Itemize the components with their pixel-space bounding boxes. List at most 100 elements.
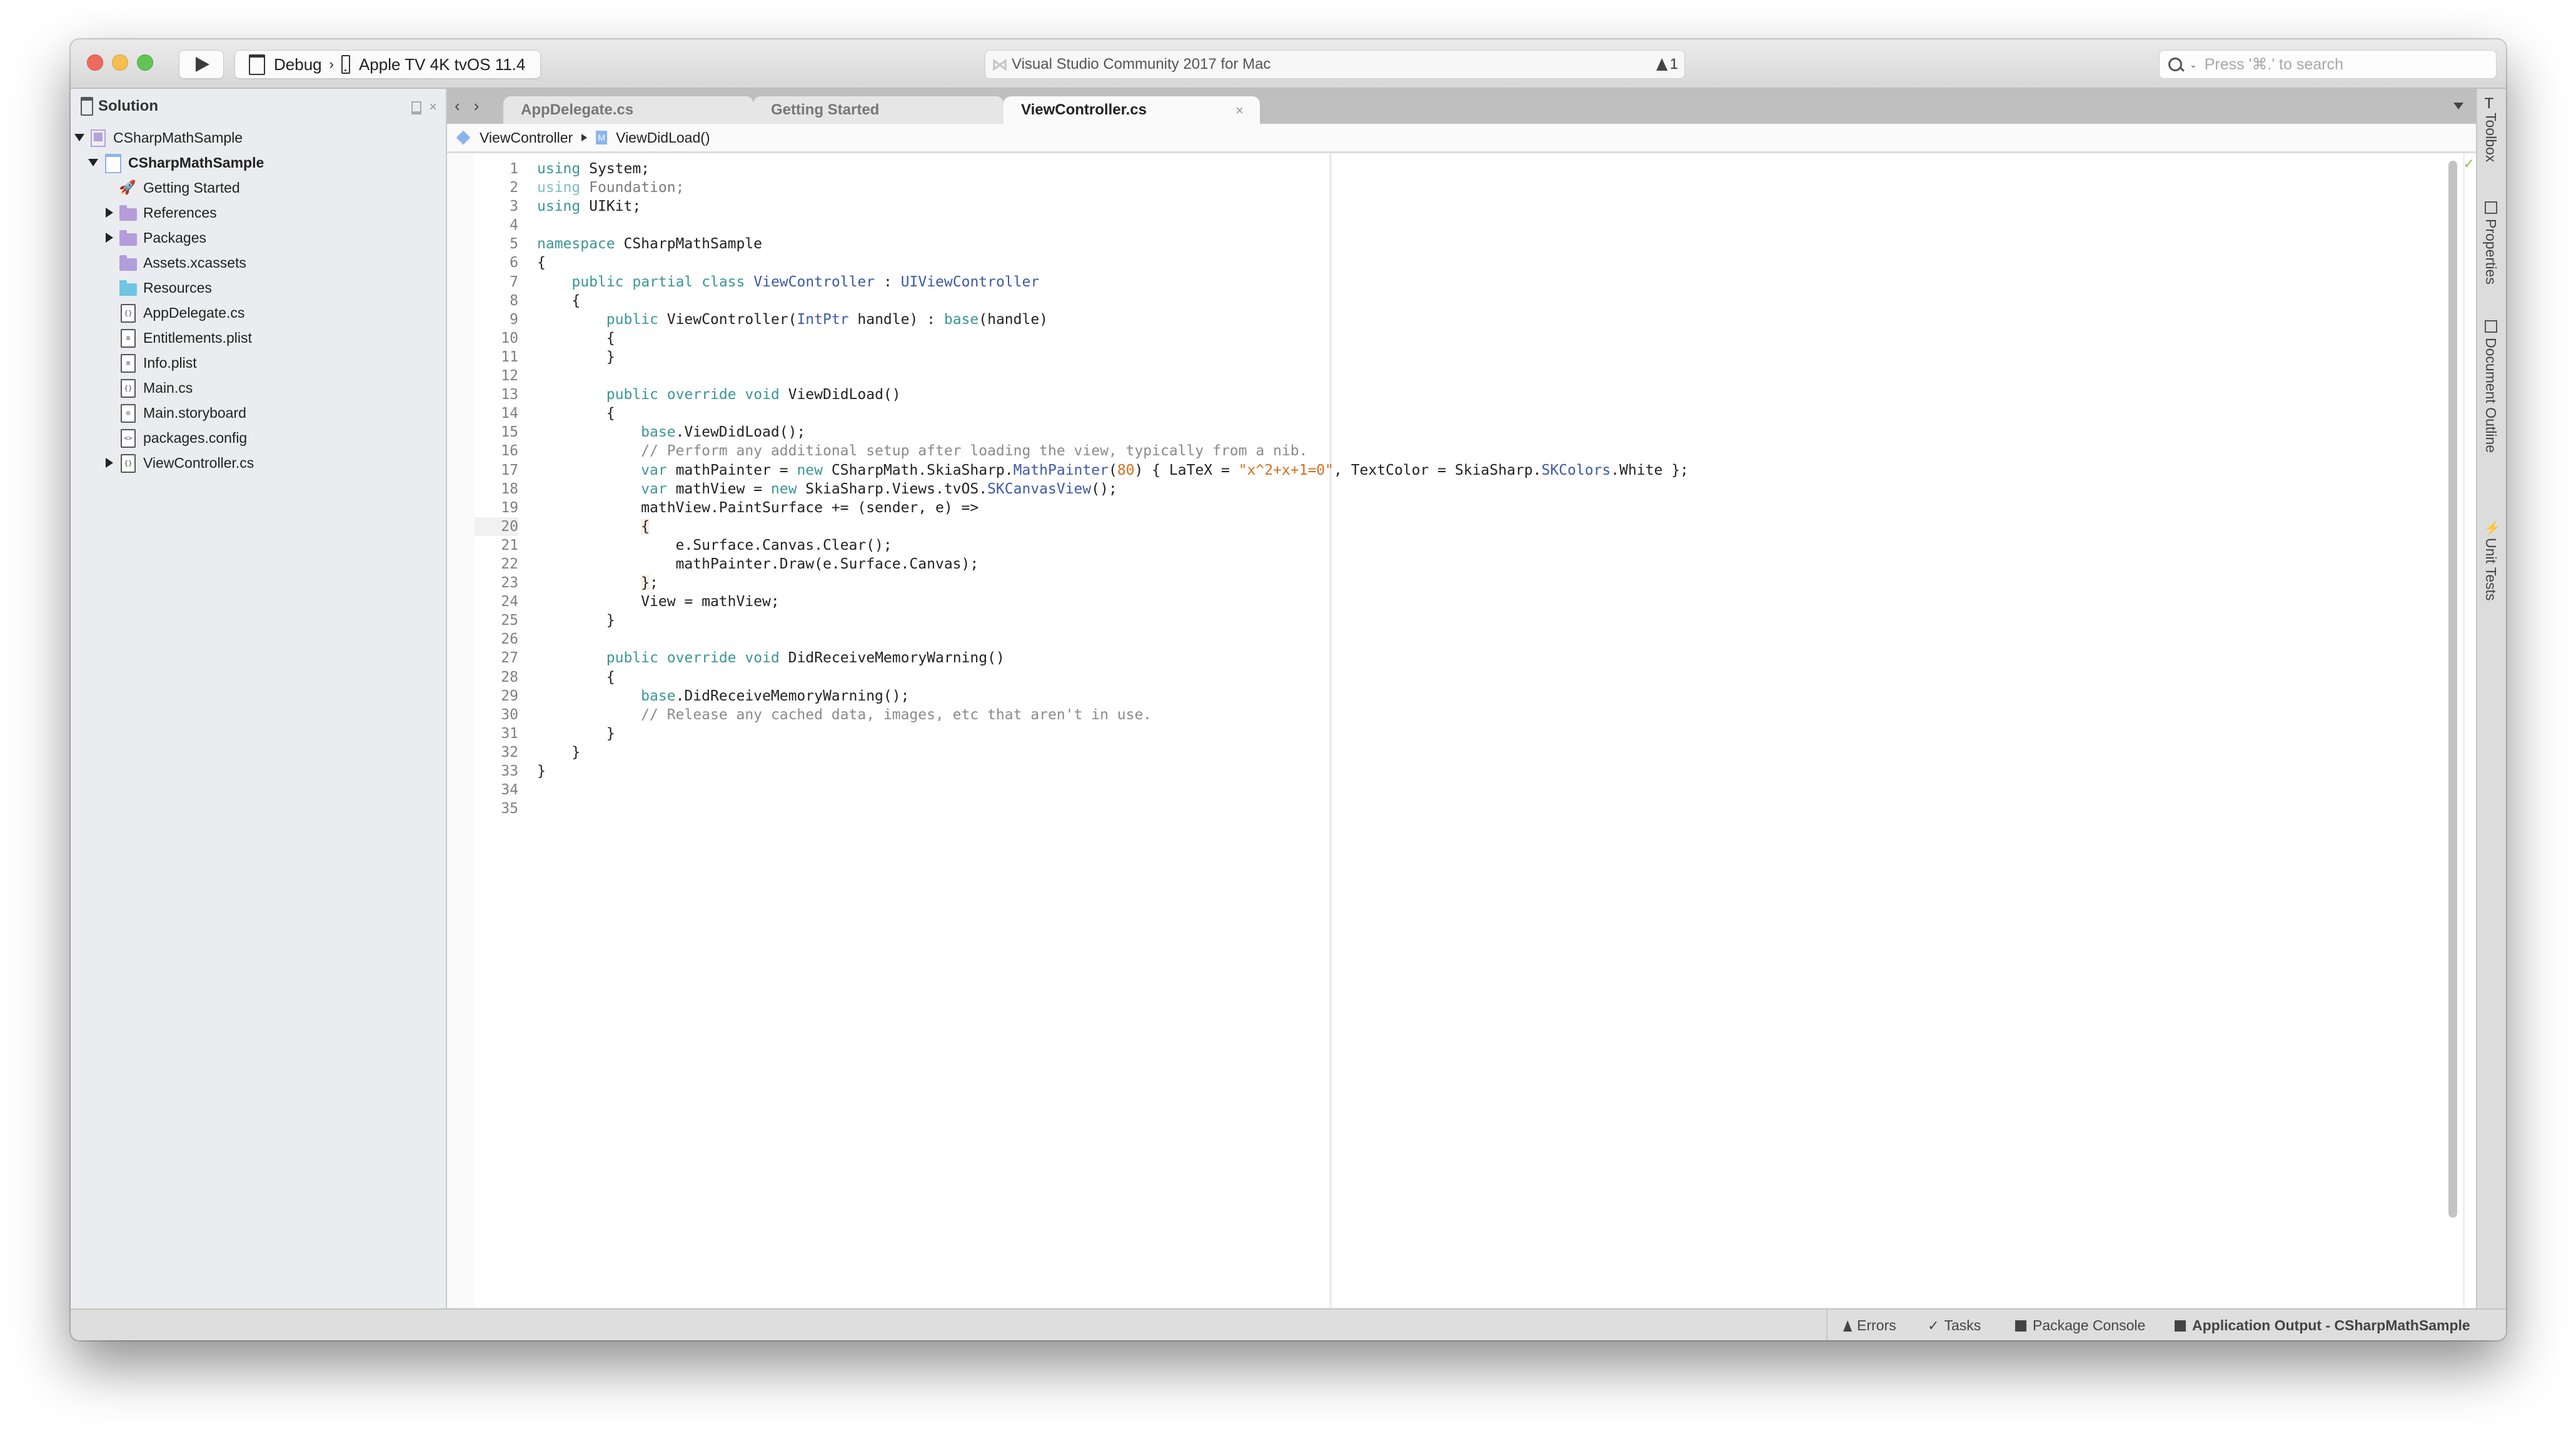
search-options-chevron-icon[interactable]: ⌄ xyxy=(2190,59,2197,70)
forward-arrow-icon[interactable]: › xyxy=(474,96,493,115)
breadcrumb: ViewController M ViewDidLoad() xyxy=(447,124,2476,153)
application-output-label: Application Output - CSharpMathSample xyxy=(2192,1317,2470,1333)
collapsed-arrow-icon[interactable] xyxy=(106,458,113,468)
document-outline-pad-tab[interactable]: Document Outline xyxy=(2482,320,2499,453)
collapsed-arrow-icon[interactable] xyxy=(106,208,113,218)
tree-item-appdelegate[interactable]: {} AppDelegate.cs xyxy=(71,300,446,325)
line-number: 26 xyxy=(501,631,518,648)
solution-pad-title: Solution xyxy=(98,98,158,114)
collapsed-arrow-icon[interactable] xyxy=(106,233,113,243)
breadcrumb-method[interactable]: ViewDidLoad() xyxy=(616,129,710,146)
window-zoom-button[interactable] xyxy=(137,54,153,71)
plist-file-icon: ≡ xyxy=(121,329,136,348)
code-text: View = mathView; xyxy=(537,594,780,610)
tree-item-viewcontroller[interactable]: {} ViewController.cs xyxy=(71,450,446,475)
line-number: 33 xyxy=(501,763,518,779)
dock-pad-icon[interactable] xyxy=(411,101,422,114)
tree-item-main-cs[interactable]: {} Main.cs xyxy=(71,375,446,400)
code-text: public override void DidReceiveMemoryWar… xyxy=(606,650,1005,667)
line-number: 32 xyxy=(501,744,518,761)
vertical-scrollbar[interactable] xyxy=(2448,161,2457,1218)
configuration-icon xyxy=(249,54,265,75)
status-title: Visual Studio Community 2017 for Mac xyxy=(1012,56,1271,73)
code-text: var mathView = new SkiaSharp.Views.tvOS.… xyxy=(641,480,1117,497)
code-text: public ViewController(IntPtr handle) : b… xyxy=(606,311,1049,328)
run-button[interactable] xyxy=(179,50,224,79)
line-number: 4 xyxy=(510,217,518,234)
line-number: 20 xyxy=(475,517,518,536)
errors-label: Errors xyxy=(1857,1317,1896,1333)
code-text: } xyxy=(537,744,581,761)
warnings-indicator[interactable]: 1 xyxy=(1656,56,1678,73)
breadcrumb-class[interactable]: ViewController xyxy=(480,129,573,146)
tree-item-main-storyboard[interactable]: ⊙ Main.storyboard xyxy=(71,400,446,425)
code-text: base.ViewDidLoad(); xyxy=(641,424,806,441)
tree-item-label: References xyxy=(143,204,217,221)
code-text: var mathPainter = new CSharpMath.SkiaSha… xyxy=(641,462,1689,478)
unit-tests-pad-tab[interactable]: ⚡ Unit Tests xyxy=(2482,520,2500,601)
application-output-pad-button[interactable]: Application Output - CSharpMathSample xyxy=(2175,1317,2470,1334)
line-number: 11 xyxy=(501,348,518,365)
errors-pad-button[interactable]: Errors xyxy=(1843,1317,1896,1334)
ide-window: Debug › Apple TV 4K tvOS 11.4 ⋈ Visual S… xyxy=(71,39,2506,1340)
code-text: { xyxy=(537,292,581,309)
line-number: 16 xyxy=(501,443,518,460)
toolbar: Debug › Apple TV 4K tvOS 11.4 ⋈ Visual S… xyxy=(71,39,2506,89)
window-close-button[interactable] xyxy=(87,54,103,71)
expanded-arrow-icon[interactable] xyxy=(74,134,84,141)
code-editor[interactable]: 1 using System; 2 using Foundation; 3 using U… xyxy=(447,153,2476,1308)
window-minimize-button[interactable] xyxy=(112,54,128,71)
global-search[interactable]: ⌄ xyxy=(2159,50,2497,79)
tab-getting-started[interactable]: Getting Started xyxy=(753,96,1004,124)
properties-icon xyxy=(2484,201,2497,214)
code-text: { xyxy=(537,669,615,685)
search-input[interactable] xyxy=(2203,54,2468,74)
package-console-pad-button[interactable]: Package Console xyxy=(2015,1317,2145,1334)
code-text: base.DidReceiveMemoryWarning(); xyxy=(641,687,910,704)
tree-item-packages[interactable]: Packages xyxy=(71,225,446,250)
tree-item-label: Packages xyxy=(143,229,207,246)
tree-item-label: CSharpMathSample xyxy=(128,154,264,171)
line-number: 13 xyxy=(501,387,518,403)
close-tab-icon[interactable]: × xyxy=(1235,103,1244,119)
folder-icon xyxy=(119,280,137,296)
line-number: 29 xyxy=(501,687,518,704)
toolbox-pad-tab[interactable]: T Toolbox xyxy=(2482,95,2499,162)
tab-viewcontroller[interactable]: ViewController.cs × xyxy=(1004,96,1260,124)
code-text: { xyxy=(641,518,650,535)
tree-item-label: Entitlements.plist xyxy=(143,329,252,346)
back-arrow-icon[interactable]: ‹ xyxy=(455,96,474,115)
assets-folder-icon xyxy=(119,255,137,271)
terminal-icon xyxy=(2015,1320,2026,1332)
properties-pad-tab[interactable]: Properties xyxy=(2482,201,2499,285)
tab-list-dropdown-icon[interactable] xyxy=(2453,103,2463,109)
no-errors-check-icon: ✓ xyxy=(2463,156,2475,171)
tree-item-getting-started[interactable]: 🚀 Getting Started xyxy=(71,175,446,200)
tree-item-project[interactable]: CSharpMathSample xyxy=(71,150,446,175)
tree-item-references[interactable]: References xyxy=(71,200,446,225)
close-pad-icon[interactable]: × xyxy=(429,99,437,115)
solution-pad: Solution × CSharpMathSample CSharpMathSa… xyxy=(71,89,447,1308)
run-configuration-selector[interactable]: Debug › Apple TV 4K tvOS 11.4 xyxy=(234,50,541,79)
tree-item-solution[interactable]: CSharpMathSample xyxy=(71,125,446,150)
line-number: 7 xyxy=(510,273,518,290)
code-text: namespace CSharpMathSample xyxy=(537,236,763,253)
line-number: 6 xyxy=(510,255,518,271)
tree-item-label: Resources xyxy=(143,279,212,296)
line-number: 24 xyxy=(501,594,518,610)
status-divider xyxy=(1826,1310,1828,1340)
device-icon xyxy=(341,55,350,74)
tasks-pad-button[interactable]: ✓ Tasks xyxy=(1928,1317,1981,1334)
tree-item-packages-config[interactable]: <> packages.config xyxy=(71,425,446,450)
tree-item-resources[interactable]: Resources xyxy=(71,275,446,300)
code-text: mathView.PaintSurface += (sender, e) => xyxy=(537,499,979,516)
code-text: { xyxy=(537,330,615,346)
tree-item-info-plist[interactable]: ≡ Info.plist xyxy=(71,350,446,375)
tab-appdelegate[interactable]: AppDelegate.cs xyxy=(503,96,753,124)
expanded-arrow-icon[interactable] xyxy=(88,159,98,166)
tree-item-entitlements[interactable]: ≡ Entitlements.plist xyxy=(71,325,446,350)
tree-item-assets[interactable]: Assets.xcassets xyxy=(71,250,446,275)
tree-item-label: CSharpMathSample xyxy=(113,129,243,146)
configuration-separator: › xyxy=(329,56,334,72)
plist-file-icon: ≡ xyxy=(121,354,136,373)
